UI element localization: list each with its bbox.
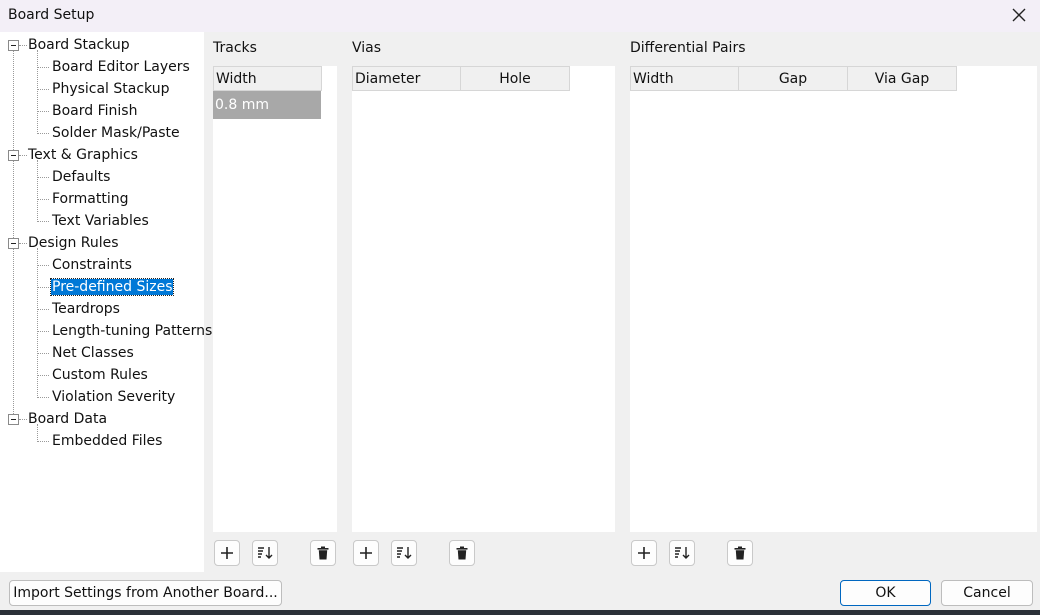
- tree-item-label: Board Data: [28, 411, 108, 427]
- tree-item-board-stackup[interactable]: Board Stackup: [27, 34, 131, 56]
- collapse-toggle-icon[interactable]: [8, 414, 19, 425]
- tree-item-pre-defined-sizes[interactable]: Pre-defined Sizes: [49, 276, 175, 298]
- tree-item-label: Net Classes: [52, 345, 134, 361]
- tree-item-label: Physical Stackup: [52, 81, 170, 97]
- tree-item-label: Board Finish: [52, 103, 138, 119]
- cancel-button[interactable]: Cancel: [941, 580, 1033, 606]
- tree-item-label: Length-tuning Patterns: [52, 323, 213, 339]
- trash-icon: [734, 546, 746, 560]
- sort-icon: [258, 547, 273, 559]
- vias-delete-button[interactable]: [449, 540, 475, 566]
- settings-tree: Board Stackup Board Editor Layers Physic…: [0, 32, 212, 572]
- vias-title: Vias: [352, 40, 382, 56]
- tree-item-board-editor-layers[interactable]: Board Editor Layers: [51, 56, 191, 78]
- diff-pairs-col-via-gap[interactable]: Via Gap: [847, 66, 957, 91]
- tree-item-label: Defaults: [52, 169, 111, 185]
- tree-item-length-tuning-patterns[interactable]: Length-tuning Patterns: [51, 320, 213, 342]
- vias-add-button[interactable]: [353, 540, 379, 566]
- import-settings-button[interactable]: Import Settings from Another Board...: [9, 580, 282, 606]
- tree-item-formatting[interactable]: Formatting: [51, 188, 129, 210]
- tree-item-label: Violation Severity: [52, 389, 176, 405]
- close-icon: [1012, 8, 1026, 22]
- window-title: Board Setup: [8, 7, 95, 23]
- plus-icon: [638, 547, 650, 559]
- tree-item-board-finish[interactable]: Board Finish: [51, 100, 138, 122]
- tree-item-label: Text Variables: [52, 213, 149, 229]
- tree-item-solder-mask-paste[interactable]: Solder Mask/Paste: [51, 122, 181, 144]
- tree-item-label: Custom Rules: [52, 367, 148, 383]
- tree-item-text-graphics[interactable]: Text & Graphics: [27, 144, 139, 166]
- diff-pairs-sort-button[interactable]: [669, 540, 695, 566]
- tree-item-label: Formatting: [52, 191, 129, 207]
- tree-item-violation-severity[interactable]: Violation Severity: [51, 386, 176, 408]
- taskbar-strip: [0, 610, 1040, 615]
- tree-item-embedded-files[interactable]: Embedded Files: [51, 430, 163, 452]
- tree-item-label: Board Stackup: [28, 37, 130, 53]
- vias-col-hole[interactable]: Hole: [460, 66, 570, 91]
- tracks-grid[interactable]: Width 0.8 mm: [213, 66, 337, 532]
- collapse-toggle-icon[interactable]: [8, 150, 19, 161]
- tracks-title: Tracks: [213, 40, 257, 56]
- tree-item-board-data[interactable]: Board Data: [27, 408, 108, 430]
- trash-icon: [456, 546, 468, 560]
- tracks-add-button[interactable]: [214, 540, 240, 566]
- tree-item-physical-stackup[interactable]: Physical Stackup: [51, 78, 171, 100]
- collapse-toggle-icon[interactable]: [8, 238, 19, 249]
- ok-button[interactable]: OK: [840, 580, 931, 606]
- diff-pairs-grid[interactable]: Width Gap Via Gap: [630, 66, 1037, 532]
- collapse-toggle-icon[interactable]: [8, 40, 19, 51]
- diff-pairs-col-gap[interactable]: Gap: [738, 66, 848, 91]
- diff-pairs-col-width[interactable]: Width: [630, 66, 739, 91]
- tree-item-label: Design Rules: [28, 235, 119, 251]
- tree-item-label: Solder Mask/Paste: [52, 125, 180, 141]
- title-bar: Board Setup: [0, 0, 1040, 32]
- trash-icon: [317, 546, 329, 560]
- tree-item-text-variables[interactable]: Text Variables: [51, 210, 150, 232]
- tree-item-label: Teardrops: [52, 301, 120, 317]
- sort-icon: [675, 547, 690, 559]
- close-button[interactable]: [1006, 2, 1032, 28]
- dialog-footer: Import Settings from Another Board... OK…: [0, 572, 1040, 615]
- vias-grid[interactable]: Diameter Hole: [352, 66, 615, 532]
- tree-item-net-classes[interactable]: Net Classes: [51, 342, 135, 364]
- tree-item-defaults[interactable]: Defaults: [51, 166, 111, 188]
- tracks-sort-button[interactable]: [252, 540, 278, 566]
- vias-col-diameter[interactable]: Diameter: [352, 66, 461, 91]
- plus-icon: [221, 547, 233, 559]
- tracks-delete-button[interactable]: [310, 540, 336, 566]
- tree-item-label: Board Editor Layers: [52, 59, 190, 75]
- tree-item-label: Constraints: [52, 257, 132, 273]
- diff-pairs-add-button[interactable]: [631, 540, 657, 566]
- tree-item-teardrops[interactable]: Teardrops: [51, 298, 121, 320]
- tree-item-label: Pre-defined Sizes: [49, 278, 175, 296]
- tree-item-constraints[interactable]: Constraints: [51, 254, 133, 276]
- vias-sort-button[interactable]: [391, 540, 417, 566]
- tree-item-custom-rules[interactable]: Custom Rules: [51, 364, 149, 386]
- sort-icon: [397, 547, 412, 559]
- plus-icon: [360, 547, 372, 559]
- track-width-cell[interactable]: 0.8 mm: [213, 91, 321, 119]
- tracks-col-width[interactable]: Width: [213, 66, 322, 91]
- tree-item-label: Text & Graphics: [28, 147, 138, 163]
- tree-item-design-rules[interactable]: Design Rules: [27, 232, 120, 254]
- diff-pairs-title: Differential Pairs: [630, 40, 746, 56]
- diff-pairs-delete-button[interactable]: [727, 540, 753, 566]
- tree-item-label: Embedded Files: [52, 433, 163, 449]
